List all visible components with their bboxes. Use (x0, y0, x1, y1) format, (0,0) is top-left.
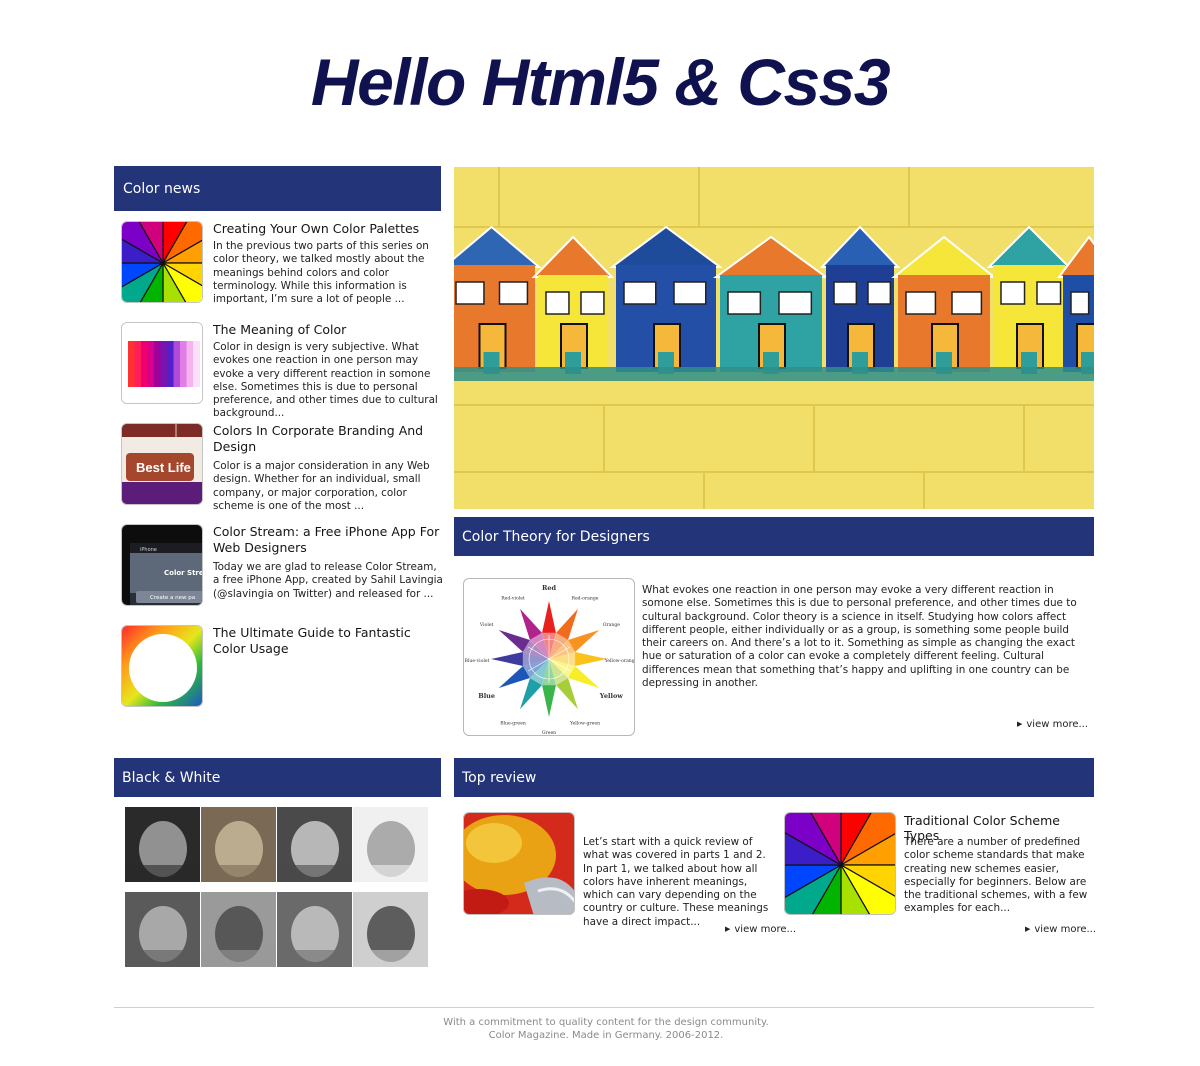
news-title[interactable]: Color Stream: a Free iPhone App For Web … (213, 524, 443, 555)
color-wheel-icon (122, 222, 202, 302)
news-excerpt: Today we are glad to release Color Strea… (213, 561, 443, 600)
triangle-right-icon: ▶ (1017, 720, 1023, 728)
news-excerpt: Color is a major consideration in any We… (213, 460, 430, 512)
brand-thumb-label: Best Life (136, 460, 191, 475)
top-review-heading-text: Top review (462, 769, 537, 786)
color-star-wheel-icon: Red Red-orange Orange Yellow-orange Yellow Ye… (465, 584, 634, 735)
color-news-heading-text: Color news (123, 180, 201, 197)
iphone-screen-icon: iPhone Color Strea Create a new pa (122, 525, 203, 605)
bw-photo[interactable] (277, 892, 352, 967)
color-theory-image[interactable]: Red Red-orange Orange Yellow-orange Yellow Ye… (463, 578, 635, 736)
wheel-label: Yellow (599, 692, 623, 700)
color-wheel-icon (785, 813, 895, 914)
wheel-label: Yellow-green (569, 720, 600, 726)
brand-thumb[interactable]: Best Life (121, 423, 203, 505)
feature-text: What evokes one reaction in one person m… (642, 584, 1077, 690)
wheel-label: Blue-violet (465, 658, 490, 664)
view-more-label: view more... (734, 924, 797, 935)
paint-pigment-icon (464, 813, 574, 914)
footer-line-2: Color Magazine. Made in Germany. 2006-20… (488, 1030, 724, 1041)
triangle-right-icon: ▶ (1025, 925, 1031, 933)
view-more-label: view more... (1026, 719, 1089, 730)
painted-houses-image (454, 167, 1094, 509)
wheel-label: Red (542, 584, 557, 592)
photo-icon (201, 892, 276, 967)
wheel-label: Blue (478, 692, 495, 700)
photo-icon (277, 807, 352, 882)
wheel-label: Green (542, 730, 556, 735)
color-news-heading: Color news (114, 166, 441, 211)
review-thumb-paint[interactable] (463, 812, 575, 915)
hero-image (454, 167, 1094, 509)
review-2-view-more-link[interactable]: ▶ view more... (1025, 924, 1096, 935)
color-wheel-thumb[interactable] (121, 221, 203, 303)
bw-photo[interactable] (353, 892, 428, 967)
wheel-label: Blue-green (500, 720, 526, 726)
news-item-color-palettes[interactable]: Creating Your Own Color Palettes In the … (121, 221, 441, 307)
news-item-ultimate-guide[interactable]: The Ultimate Guide to Fantastic Color Us… (121, 625, 441, 711)
bw-photo[interactable] (125, 892, 200, 967)
wheel-label: Red-orange (572, 596, 599, 602)
top-review-heading: Top review (454, 758, 1094, 797)
news-title[interactable]: The Ultimate Guide to Fantastic Color Us… (213, 625, 443, 656)
bw-photo[interactable] (201, 807, 276, 882)
bw-photo[interactable] (201, 892, 276, 967)
bw-photo[interactable] (125, 807, 200, 882)
photo-icon (353, 807, 428, 882)
photo-icon (201, 807, 276, 882)
bw-heading-text: Black & White (122, 769, 221, 786)
news-excerpt: In the previous two parts of this series… (213, 240, 429, 306)
view-more-label: view more... (1034, 924, 1097, 935)
photo-icon (125, 892, 200, 967)
news-excerpt: Color in design is very subjective. What… (213, 341, 438, 420)
iphone-thumb[interactable]: iPhone Color Strea Create a new pa (121, 524, 203, 606)
photo-icon (125, 807, 200, 882)
site-title: Hello Html5 & Css3 (310, 45, 891, 119)
review-thumb-wheel[interactable] (784, 812, 896, 915)
color-ring-icon (122, 626, 202, 706)
photo-icon (277, 892, 352, 967)
feature-heading-text: Color Theory for Designers (462, 528, 650, 545)
news-title[interactable]: Creating Your Own Color Palettes (213, 221, 443, 237)
news-item-corporate-branding[interactable]: Best Life Colors In Corporate Branding A… (121, 423, 443, 512)
wheel-label: Red-violet (501, 596, 525, 602)
iphone-carrier-label: iPhone (140, 547, 157, 553)
bw-photo[interactable] (277, 807, 352, 882)
bw-heading: Black & White (114, 758, 441, 797)
photo-icon (353, 892, 428, 967)
news-title[interactable]: Colors In Corporate Branding And Design (213, 423, 443, 454)
brand-book-icon: Best Life (122, 424, 202, 504)
footer: With a commitment to quality content for… (0, 1016, 1200, 1042)
color-stripes-icon (122, 323, 202, 403)
iphone-app-label: Color Strea (164, 569, 203, 577)
news-title[interactable]: The Meaning of Color (213, 322, 443, 338)
wheel-label: Yellow-orange (604, 658, 634, 664)
news-item-color-stream[interactable]: iPhone Color Strea Create a new pa Color… (121, 524, 443, 610)
review-excerpt: There are a number of predefined color s… (904, 836, 1088, 915)
wheel-label: Violet (479, 622, 494, 628)
color-ring-thumb[interactable] (121, 625, 203, 707)
iphone-button-label: Create a new pa (150, 595, 195, 601)
news-item-meaning-of-color[interactable]: The Meaning of Color Color in design is … (121, 322, 443, 419)
color-stripes-thumb[interactable] (121, 322, 203, 404)
feature-view-more-link[interactable]: ▶ view more... (1017, 719, 1088, 730)
review-1-view-more-link[interactable]: ▶ view more... (725, 924, 796, 935)
feature-heading: Color Theory for Designers (454, 517, 1094, 556)
bw-photo[interactable] (353, 807, 428, 882)
footer-divider (114, 1007, 1094, 1008)
wheel-label: Orange (603, 622, 621, 628)
footer-line-1: With a commitment to quality content for… (443, 1017, 769, 1028)
triangle-right-icon: ▶ (725, 925, 731, 933)
review-excerpt: Let’s start with a quick review of what … (583, 836, 769, 928)
